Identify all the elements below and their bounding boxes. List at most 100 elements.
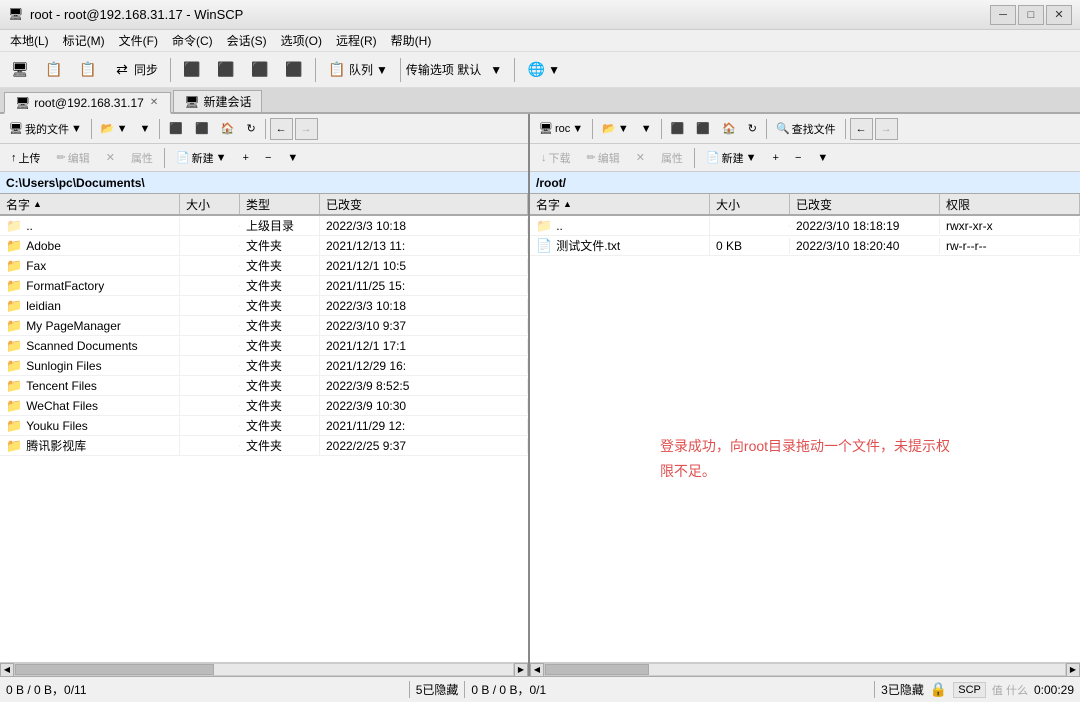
right-refresh-btn[interactable]: ↻ [743, 117, 762, 141]
left-new-btn[interactable]: 📄 新建 ▼ [169, 147, 234, 169]
download-btn[interactable]: ↓ 下载 [534, 147, 578, 169]
left-col-modified[interactable]: 已改变 [320, 194, 528, 214]
list-item[interactable]: 📁Adobe文件夹2021/12/13 11: [0, 236, 528, 256]
menu-local[interactable]: 本地(L) [4, 31, 55, 50]
upload-btn[interactable]: ↑ 上传 [4, 147, 48, 169]
left-myfiles-btn[interactable]: 🖥 我的文件 ▼ [4, 117, 87, 141]
list-item[interactable]: 📁FormatFactory文件夹2021/11/25 15: [0, 276, 528, 296]
minimize-button[interactable]: ─ [990, 5, 1016, 25]
left-view-btn-2[interactable]: ⬛ [190, 117, 214, 141]
queue-button[interactable]: 📋 队列 ▼ [321, 56, 395, 84]
menu-mark[interactable]: 标记(M) [57, 31, 111, 50]
right-col-permissions[interactable]: 权限 [940, 194, 1080, 214]
right-remove-btn[interactable]: − [788, 147, 808, 169]
list-item[interactable]: 📁WeChat Files文件夹2022/3/9 10:30 [0, 396, 528, 416]
transfer-dropdown[interactable]: ▼ [483, 56, 509, 84]
right-more-btn[interactable]: ▼ [810, 147, 835, 169]
right-edit-btn[interactable]: ✏ 编辑 [580, 147, 627, 169]
list-item[interactable]: 📁My PageManager文件夹2022/3/10 9:37 [0, 316, 528, 336]
toolbar-icon-6: ⬛ [251, 61, 269, 79]
left-open-btn[interactable]: 📂 ▼ [96, 117, 133, 141]
right-open-icon: 📂 [602, 122, 616, 135]
right-server-btn[interactable]: 🖥 roc ▼ [534, 117, 588, 141]
right-open-dropdown: ▼ [618, 123, 629, 135]
toolbar-btn-6[interactable]: ⬛ [244, 56, 276, 84]
left-col-size[interactable]: 大小 [180, 194, 240, 214]
right-col-size[interactable]: 大小 [710, 194, 790, 214]
left-file-list[interactable]: 📁..上级目录2022/3/3 10:18📁Adobe文件夹2021/12/13… [0, 216, 528, 662]
tab-session-1[interactable]: 🖥 root@192.168.31.17 ✕ [4, 92, 171, 114]
right-col-modified[interactable]: 已改变 [790, 194, 940, 214]
menu-session[interactable]: 会话(S) [221, 31, 273, 50]
menu-command[interactable]: 命令(C) [166, 31, 219, 50]
left-view-btn-1[interactable]: ⬛ [164, 117, 188, 141]
list-item[interactable]: 📁Scanned Documents文件夹2021/12/1 17:1 [0, 336, 528, 356]
right-scroll-right[interactable]: ▶ [1066, 663, 1080, 677]
left-delete-btn[interactable]: ✕ [99, 147, 122, 169]
right-home-btn[interactable]: 🏠 [717, 117, 741, 141]
right-scroll-left[interactable]: ◀ [530, 663, 544, 677]
right-view-btn-2[interactable]: ⬛ [691, 117, 715, 141]
toolbar-btn-1[interactable]: 🖥 [4, 56, 36, 84]
maximize-button[interactable]: □ [1018, 5, 1044, 25]
right-back-btn[interactable]: ← [850, 118, 873, 140]
left-col-type[interactable]: 类型 [240, 194, 320, 214]
left-add-btn[interactable]: + [236, 147, 256, 169]
right-open-btn[interactable]: 📂 ▼ [597, 117, 634, 141]
menu-help[interactable]: 帮助(H) [385, 31, 438, 50]
left-back-btn[interactable]: ← [270, 118, 293, 140]
left-refresh-btn[interactable]: ↻ [241, 117, 260, 141]
right-new-btn[interactable]: 📄 新建 ▼ [699, 147, 764, 169]
menu-file[interactable]: 文件(F) [113, 31, 164, 50]
right-col-name[interactable]: 名字 ▲ [530, 194, 710, 214]
left-filter-btn[interactable]: ▼ [134, 117, 155, 141]
right-filter-btn[interactable]: ▼ [636, 117, 657, 141]
list-item[interactable]: 📄测试文件.txt0 KB2022/3/10 18:20:40rw-r--r-- [530, 236, 1080, 256]
list-item[interactable]: 📁..2022/3/10 18:18:19rwxr-xr-x [530, 216, 1080, 236]
tab-new-session[interactable]: 🖥 新建会话 [173, 90, 262, 112]
left-home-btn[interactable]: 🏠 [216, 117, 240, 141]
sync-button[interactable]: ⇄ 同步 [106, 56, 165, 84]
left-pane: 🖥 我的文件 ▼ 📂 ▼ ▼ ⬛ ⬛ 🏠 ↻ [0, 114, 530, 676]
right-scroll-track[interactable] [544, 663, 1066, 676]
right-search-btn[interactable]: 🔍 查找文件 [771, 117, 841, 141]
right-scroll-thumb[interactable] [545, 664, 649, 675]
left-scroll-left[interactable]: ◀ [0, 663, 14, 677]
left-col-name[interactable]: 名字 ▲ [0, 194, 180, 214]
list-item[interactable]: 📁Youku Files文件夹2021/11/29 12: [0, 416, 528, 436]
left-scroll-right[interactable]: ▶ [514, 663, 528, 677]
right-properties-btn[interactable]: 属性 [654, 147, 690, 169]
left-forward-btn[interactable]: → [295, 118, 318, 140]
toolbar-btn-7[interactable]: ⬛ [278, 56, 310, 84]
list-item[interactable]: 📁leidian文件夹2022/3/3 10:18 [0, 296, 528, 316]
toolbar-btn-2[interactable]: 📋 [38, 56, 70, 84]
tab-close-1[interactable]: ✕ [148, 97, 160, 108]
open-dropdown: ▼ [117, 123, 128, 135]
left-properties-btn[interactable]: 属性 [124, 147, 160, 169]
right-delete-btn[interactable]: ✕ [629, 147, 652, 169]
toolbar-btn-globe[interactable]: 🌐 ▼ [520, 56, 567, 84]
list-item[interactable]: 📁Fax文件夹2021/12/1 10:5 [0, 256, 528, 276]
left-more-btn[interactable]: ▼ [280, 147, 305, 169]
toolbar-btn-4[interactable]: ⬛ [176, 56, 208, 84]
left-hscroll[interactable]: ◀ ▶ [0, 662, 528, 676]
right-file-list[interactable]: 📁..2022/3/10 18:18:19rwxr-xr-x📄测试文件.txt0… [530, 216, 1080, 256]
list-item[interactable]: 📁..上级目录2022/3/3 10:18 [0, 216, 528, 236]
left-scroll-thumb[interactable] [15, 664, 214, 675]
list-item[interactable]: 📁腾讯影视库文件夹2022/2/25 9:37 [0, 436, 528, 456]
left-remove-btn[interactable]: − [258, 147, 278, 169]
download-label: 下载 [549, 150, 571, 166]
left-scroll-track[interactable] [14, 663, 514, 676]
right-add-btn[interactable]: + [766, 147, 786, 169]
left-edit-btn[interactable]: ✏ 编辑 [50, 147, 97, 169]
menu-options[interactable]: 选项(O) [275, 31, 328, 50]
toolbar-btn-3[interactable]: 📋 [72, 56, 104, 84]
right-forward-btn[interactable]: → [875, 118, 898, 140]
list-item[interactable]: 📁Tencent Files文件夹2022/3/9 8:52:5 [0, 376, 528, 396]
toolbar-btn-5[interactable]: ⬛ [210, 56, 242, 84]
close-button[interactable]: ✕ [1046, 5, 1072, 25]
right-hscroll[interactable]: ◀ ▶ [530, 662, 1080, 676]
right-view-btn-1[interactable]: ⬛ [666, 117, 690, 141]
list-item[interactable]: 📁Sunlogin Files文件夹2021/12/29 16: [0, 356, 528, 376]
menu-remote[interactable]: 远程(R) [330, 31, 383, 50]
